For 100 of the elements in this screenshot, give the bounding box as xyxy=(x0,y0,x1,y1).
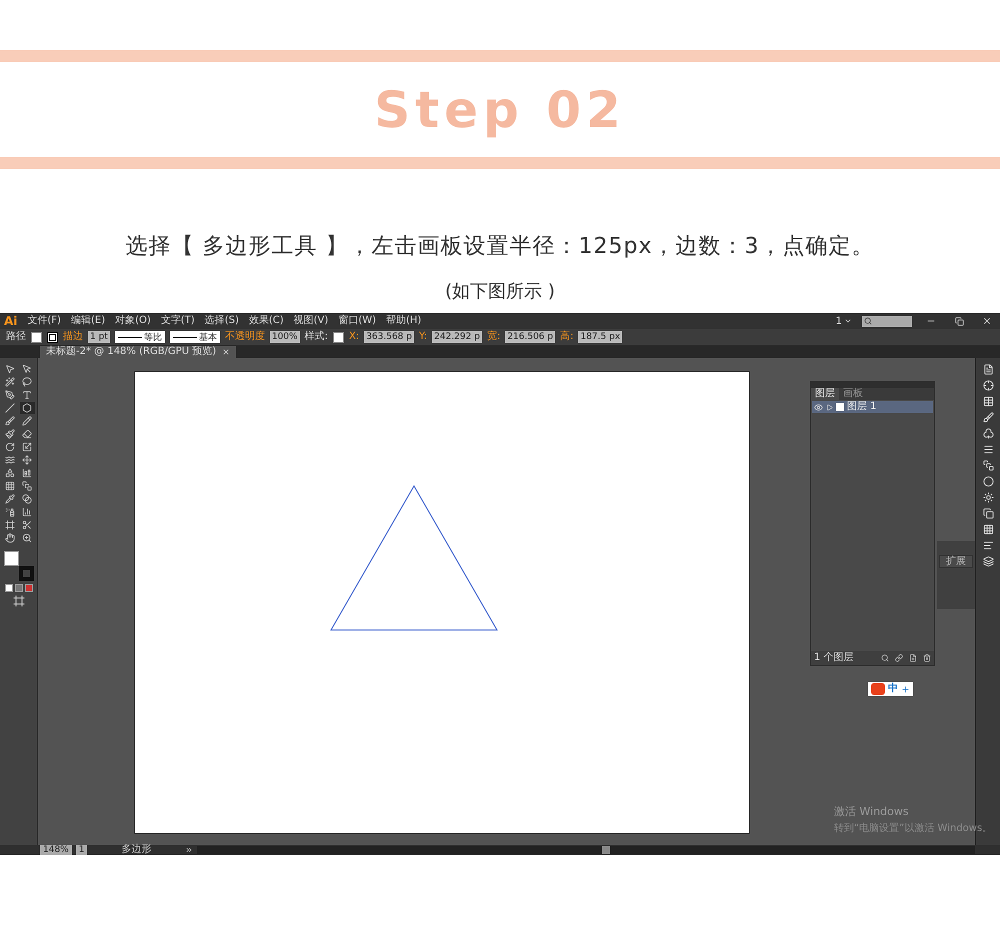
shapes-icon xyxy=(5,468,15,478)
tool-button[interactable] xyxy=(20,402,34,414)
wave-icon xyxy=(5,455,15,465)
color-mode-button[interactable] xyxy=(4,584,12,592)
panel-tab[interactable]: 画板 xyxy=(839,388,867,400)
scissors-icon xyxy=(22,520,32,530)
close-icon[interactable] xyxy=(222,348,230,356)
layers-icon[interactable] xyxy=(982,556,994,567)
value-field[interactable]: 187.5 px xyxy=(578,331,622,343)
control-link[interactable]: 宽: xyxy=(486,331,500,343)
search-field[interactable] xyxy=(862,316,912,326)
type-icon xyxy=(22,390,32,400)
crosshair-icon[interactable] xyxy=(982,380,994,391)
tool-button[interactable] xyxy=(2,428,18,440)
none-mode-button[interactable] xyxy=(24,584,32,592)
hexagon-icon xyxy=(22,403,32,413)
menu-item[interactable]: 视图(V) xyxy=(294,315,328,327)
value-field[interactable]: 363.568 p xyxy=(364,331,414,343)
value-field[interactable]: 1 pt xyxy=(88,331,110,343)
circle-icon[interactable] xyxy=(982,476,994,487)
artboard-field[interactable]: 1 xyxy=(76,845,88,855)
tool-button[interactable] xyxy=(20,376,34,388)
delete-icon[interactable] xyxy=(923,654,931,662)
menu-item[interactable]: 对象(O) xyxy=(115,315,151,327)
tool-button[interactable] xyxy=(2,389,18,401)
blend-icon xyxy=(22,494,32,504)
pointer-icon xyxy=(22,364,32,374)
hand-icon xyxy=(5,533,15,543)
value-field[interactable]: 100% xyxy=(270,331,300,343)
table-icon[interactable] xyxy=(982,396,994,407)
tool-button[interactable] xyxy=(2,532,18,544)
eraser-icon xyxy=(22,429,32,439)
stroke-swatch[interactable] xyxy=(47,332,58,342)
squares-icon[interactable] xyxy=(982,460,994,471)
gradient-mode-button[interactable] xyxy=(14,584,22,592)
control-link[interactable]: 描边 xyxy=(63,331,83,343)
app-logo: Ai xyxy=(4,314,18,328)
align-icon[interactable] xyxy=(982,540,994,551)
menu-item[interactable]: 窗口(W) xyxy=(338,315,376,327)
screen-mode-icon[interactable] xyxy=(12,595,24,607)
fill-color-swatch[interactable] xyxy=(4,551,18,566)
search-icon[interactable] xyxy=(881,654,889,662)
brush-icon[interactable] xyxy=(982,412,994,423)
menu-item[interactable]: 文件(F) xyxy=(27,315,61,327)
close-icon xyxy=(982,316,992,326)
brush-icon xyxy=(5,416,15,426)
tool-button[interactable] xyxy=(2,402,18,414)
plus-icon[interactable] xyxy=(901,684,910,694)
document-icon[interactable] xyxy=(982,364,994,375)
tool-button[interactable] xyxy=(20,454,34,466)
menu-item[interactable]: 帮助(H) xyxy=(386,315,422,327)
value-field[interactable]: 216.506 p xyxy=(505,331,556,343)
menu-item[interactable]: 选择(S) xyxy=(204,315,239,327)
activation-message: 转到“电脑设置”以激活 Windows。 xyxy=(834,822,992,835)
control-link[interactable]: Y: xyxy=(418,331,428,343)
tool-button[interactable] xyxy=(2,376,18,388)
control-link[interactable]: 不透明度 xyxy=(224,331,265,343)
pointer-icon xyxy=(5,364,15,374)
expand-icon[interactable] xyxy=(826,404,833,410)
eye-icon[interactable] xyxy=(814,402,823,412)
step-title: Step 02 xyxy=(374,80,626,138)
menu-item[interactable]: 效果(C) xyxy=(248,315,284,327)
tool-button[interactable] xyxy=(20,428,34,440)
copy-icon[interactable] xyxy=(982,508,994,519)
caption-text: (如下图所示 ) xyxy=(444,280,556,303)
panel-tab[interactable]: 图层 xyxy=(811,388,839,400)
stroke-dropdown[interactable]: 等比 xyxy=(114,331,165,343)
link-icon[interactable] xyxy=(895,654,903,662)
tool-button[interactable] xyxy=(20,480,34,492)
arrow-icon[interactable] xyxy=(185,846,194,854)
grid-icon[interactable] xyxy=(982,524,994,535)
tool-button[interactable] xyxy=(2,415,18,427)
document-tab[interactable]: 未标题-2* @ 148% (RGB/GPU 预览) xyxy=(40,346,236,358)
sun-icon[interactable] xyxy=(982,492,994,503)
tool-button[interactable] xyxy=(2,454,18,466)
control-label: 样式: xyxy=(304,331,328,343)
tool-button[interactable] xyxy=(20,415,34,427)
layer-row[interactable]: 图层 1 xyxy=(812,401,933,413)
control-link[interactable]: 高: xyxy=(560,331,574,343)
layer-count: 1 个图层 xyxy=(814,652,855,664)
lines-icon[interactable] xyxy=(982,444,994,455)
fill-swatch[interactable] xyxy=(332,332,344,342)
tool-button[interactable] xyxy=(2,519,18,531)
stroke-dropdown[interactable]: 基本 xyxy=(170,331,220,343)
menu-item[interactable]: 编辑(E) xyxy=(70,315,106,327)
scale-icon xyxy=(22,442,32,452)
stroke-color-swatch[interactable] xyxy=(18,566,34,581)
tool-button[interactable] xyxy=(20,493,34,505)
horizontal-scrollbar[interactable] xyxy=(197,846,975,854)
control-link[interactable]: X: xyxy=(348,331,360,343)
value-field[interactable]: 242.292 p xyxy=(432,331,482,343)
workspace-dropdown[interactable]: 1 xyxy=(836,316,852,326)
expand-button[interactable]: 扩展 xyxy=(939,555,973,568)
new-layer-icon[interactable] xyxy=(909,654,917,662)
lasso-icon xyxy=(22,377,32,387)
grid-icon xyxy=(5,481,15,491)
fill-swatch[interactable] xyxy=(31,332,42,342)
club-icon[interactable] xyxy=(982,428,994,439)
menu-item[interactable]: 文字(T) xyxy=(160,315,195,327)
zoom-field[interactable]: 148% xyxy=(40,845,72,855)
